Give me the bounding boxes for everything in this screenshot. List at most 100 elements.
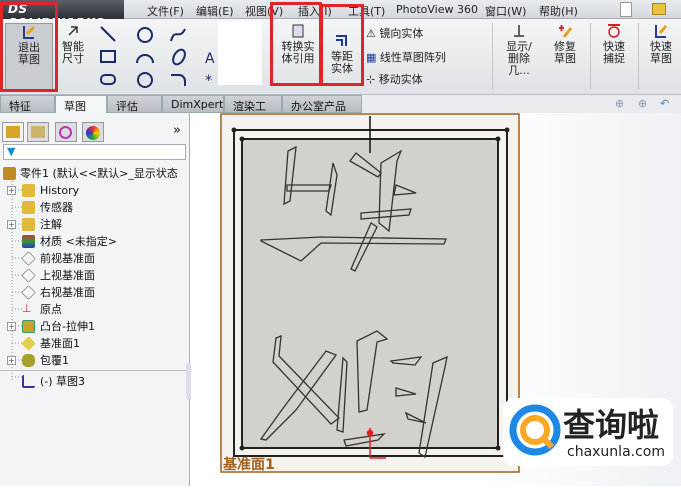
tree-item-top-plane[interactable]: 上视基准面 xyxy=(0,267,95,284)
tree-item-wrap[interactable]: + 包覆1 xyxy=(0,352,69,369)
history-icon xyxy=(22,184,35,197)
hidden-area xyxy=(218,21,262,85)
expand-icon[interactable]: + xyxy=(7,220,16,229)
mirror-entities-button[interactable]: ⚠ 镜向实体 xyxy=(366,25,423,41)
smart-dimension-button[interactable]: 智能尺寸 xyxy=(55,23,91,65)
menu-window[interactable]: 窗口(W) xyxy=(485,3,526,19)
tree-item-sketch3[interactable]: (-) 草图3 xyxy=(0,373,85,390)
sketch-tools-group[interactable]: A * xyxy=(97,23,222,89)
expand-icon[interactable]: + xyxy=(7,356,16,365)
highlight-offset xyxy=(320,4,364,86)
tree-root[interactable]: 零件1 (默认<<默认>_显示状态 xyxy=(0,165,178,182)
linear-pattern-button[interactable]: ▦ 线性草图阵列 xyxy=(366,49,446,65)
relations-icon xyxy=(514,25,524,37)
feature-manager-panel: » ▼ 零件1 (默认<<默认>_显示状态 + History 传感器 + 注解 材… xyxy=(0,113,191,486)
point-icon: * xyxy=(205,73,212,89)
tab-features[interactable]: 特征 xyxy=(0,95,55,113)
tree-item-history[interactable]: + History xyxy=(0,182,79,199)
slot-icon xyxy=(100,74,116,85)
tree-item-annotations[interactable]: + 注解 xyxy=(0,216,62,233)
spline-icon xyxy=(170,28,186,42)
tab-dimxpert[interactable]: DimXpert xyxy=(162,95,224,113)
plane-label: 基准面1 xyxy=(223,456,275,473)
tree-item-front-plane[interactable]: 前视基准面 xyxy=(0,250,95,267)
repair-icon xyxy=(559,25,573,38)
divider xyxy=(638,23,639,89)
fillet-icon xyxy=(171,74,186,86)
open-folder-icon[interactable] xyxy=(652,3,666,15)
rollback-bar[interactable] xyxy=(0,370,186,371)
watermark: 查询啦 chaxunla.com xyxy=(503,398,673,466)
extrude-icon xyxy=(22,320,35,333)
menu-help[interactable]: 帮助(H) xyxy=(539,3,578,19)
material-icon xyxy=(22,235,35,248)
filter-icon: ▼ xyxy=(7,145,16,158)
rectangle-icon xyxy=(100,50,116,63)
config-icon xyxy=(59,126,72,139)
expand-icon[interactable]: + xyxy=(7,322,16,331)
plane-icon xyxy=(21,336,36,351)
snap-icon xyxy=(608,24,620,38)
repair-sketch-button[interactable]: 修复草图 xyxy=(545,23,585,65)
rapid-sketch-button[interactable]: 快速草图 xyxy=(642,23,680,65)
move-entities-button[interactable]: ⊹ 移动实体 xyxy=(366,71,423,87)
tree-item-plane1[interactable]: 基准面1 xyxy=(0,335,80,352)
mirror-icon: ⚠ xyxy=(366,27,380,40)
tree-item-origin[interactable]: ⊥ 原点 xyxy=(0,301,62,318)
inner-sketch-rectangle xyxy=(241,138,499,449)
tab-sketch[interactable]: 草图 xyxy=(55,95,107,113)
line-icon xyxy=(100,26,116,42)
divider xyxy=(590,23,591,89)
zoom-to-fit-icon[interactable]: ⊕ xyxy=(615,97,624,110)
command-manager: 退出草图 智能尺寸 A * 转换实体引用 等距实体 ⚠ 镜向实体 ▦ 线性草图阵… xyxy=(0,2,681,95)
property-icon xyxy=(31,126,45,138)
plane-icon xyxy=(21,251,36,266)
watermark-url: chaxunla.com xyxy=(567,444,665,460)
divider xyxy=(492,23,493,89)
text-icon: A xyxy=(205,51,215,67)
display-delete-relations-button[interactable]: 显示/删除几... xyxy=(497,23,541,77)
tree-item-material[interactable]: 材质 <未指定> xyxy=(0,233,117,250)
highlight-exit-sketch xyxy=(0,2,58,92)
tree-item-boss-extrude[interactable]: + 凸台-拉伸1 xyxy=(0,318,95,335)
previous-view-icon[interactable]: ↶ xyxy=(660,97,669,110)
origin-icon: ⊥ xyxy=(22,302,32,315)
feature-tree-icon xyxy=(6,126,20,138)
configuration-manager-tab[interactable] xyxy=(55,122,77,142)
new-document-icon[interactable] xyxy=(620,2,632,17)
feature-tree-tab[interactable] xyxy=(2,122,24,142)
annotation-icon xyxy=(22,218,35,231)
circle-icon xyxy=(137,27,153,43)
move-icon: ⊹ xyxy=(366,73,379,86)
rapid-sketch-icon xyxy=(655,25,668,38)
ellipse-icon xyxy=(172,48,186,66)
tab-render-tools[interactable]: 渲染工具 xyxy=(224,95,282,129)
expand-icon[interactable]: + xyxy=(7,186,16,195)
command-tabs: 特征 草图 评估 DimXpert 渲染工具 办公室产品 ⊕ ⊕ ↶ xyxy=(0,95,681,129)
polygon-icon xyxy=(137,72,153,88)
arc-icon xyxy=(136,54,154,64)
watermark-brand: 查询啦 xyxy=(563,406,660,444)
smart-dimension-icon xyxy=(68,26,78,36)
tree-item-sensors[interactable]: 传感器 xyxy=(0,199,73,216)
pattern-icon: ▦ xyxy=(366,51,380,64)
menu-file[interactable]: 文件(F) xyxy=(147,3,184,19)
part-icon xyxy=(3,167,16,180)
wrap-icon xyxy=(22,354,35,367)
quick-snaps-button[interactable]: 快速捕捉 xyxy=(594,23,634,65)
tree-filter-input[interactable]: ▼ xyxy=(3,144,186,160)
sensor-icon xyxy=(22,201,35,214)
tree-item-right-plane[interactable]: 右视基准面 xyxy=(0,284,95,301)
plane-icon xyxy=(21,285,36,300)
menu-photoview[interactable]: PhotoView 360 xyxy=(396,3,478,16)
menu-edit[interactable]: 编辑(E) xyxy=(196,3,234,19)
expand-panel-icon[interactable]: » xyxy=(173,123,181,138)
zoom-area-icon[interactable]: ⊕ xyxy=(638,97,647,110)
tab-office-products[interactable]: 办公室产品 xyxy=(282,95,362,113)
appearance-icon xyxy=(86,126,100,140)
watermark-logo-icon xyxy=(509,404,561,456)
property-manager-tab[interactable] xyxy=(27,122,49,142)
plane-icon xyxy=(21,268,36,283)
tab-evaluate[interactable]: 评估 xyxy=(107,95,162,113)
display-manager-tab[interactable] xyxy=(82,122,104,142)
